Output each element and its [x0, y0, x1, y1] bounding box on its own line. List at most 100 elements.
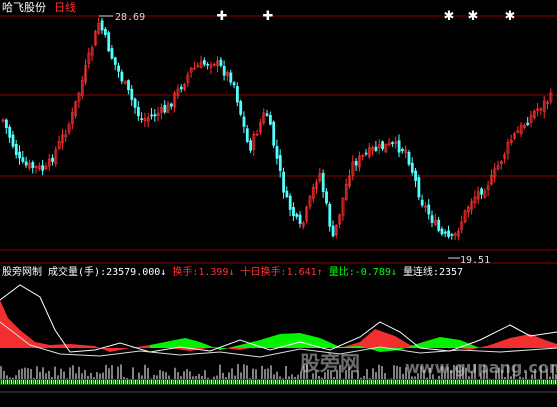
ma-strip-dot [191, 380, 192, 384]
candle-body [265, 113, 269, 116]
ma-strip-dot [433, 380, 434, 384]
ma-strip-dot [269, 380, 270, 384]
ma-strip-dot [343, 380, 344, 384]
ma-strip-dot [171, 380, 172, 384]
ma-strip-dot [117, 380, 118, 384]
ma-strip-dot [13, 380, 14, 384]
ma-strip-dot [215, 380, 216, 384]
ma-strip-dot [395, 380, 396, 384]
ma-strip-dot [449, 380, 450, 384]
volume-value: 23579.000↓ [106, 267, 167, 278]
turnover10-label: 十日换手: [240, 267, 287, 278]
ma-strip-dot [265, 380, 266, 384]
watermark-en: www.gupang.com [405, 358, 557, 377]
ma-strip-dot [465, 380, 466, 384]
candle-body [127, 80, 130, 91]
ma-strip-dot [441, 380, 442, 384]
ma-strip-dot [497, 380, 498, 384]
ma-strip-dot [295, 380, 296, 384]
volume-ratio-label: 量比: [328, 267, 355, 278]
ma-strip-dot [437, 380, 438, 384]
candle-body [242, 116, 246, 127]
candle-body [414, 170, 418, 181]
ma-strip-dot [267, 380, 268, 384]
period-label: 日线 [54, 1, 76, 14]
ma-strip-dot [429, 380, 430, 384]
ma-strip-dot [113, 380, 114, 384]
ma-strip-dot [313, 380, 314, 384]
ma-strip-dot [541, 380, 542, 384]
ma-strip-dot [109, 380, 110, 384]
candle-body [222, 65, 226, 76]
candle-body [443, 231, 447, 234]
ma-strip-dot [11, 380, 12, 384]
ma-strip-dot [217, 380, 218, 384]
ma-strip-dot [209, 380, 210, 384]
candle-body [18, 151, 22, 159]
candle-body [282, 171, 286, 193]
indicator-header: 股旁网制 成交量(手):23579.000↓ 换手:1.399↓ 十日换手:1.… [2, 266, 463, 279]
ma-strip-dot [223, 380, 224, 384]
ma-strip-dot [535, 380, 536, 384]
low-price-label: 19.51 [460, 255, 491, 266]
ma-strip-dot [241, 380, 242, 384]
ma-strip-dot [71, 380, 72, 384]
ma-strip-dot [315, 380, 316, 384]
candle-body [203, 60, 206, 65]
candle-body [354, 160, 358, 166]
candle-body [170, 103, 173, 107]
ma-strip-dot [453, 380, 454, 384]
ma-strip-dot [423, 380, 424, 384]
ma-strip-dot [463, 380, 464, 384]
ma-strip-dot [129, 380, 130, 384]
candle-body [245, 128, 249, 142]
ma-strip-dot [293, 380, 294, 384]
ma-strip-dot [545, 380, 546, 384]
ma-strip-dot [45, 380, 46, 384]
ma-strip-dot [87, 380, 88, 384]
ma-strip-dot [7, 380, 8, 384]
ma-strip-dot [335, 380, 336, 384]
ma-strip-dot [255, 380, 256, 384]
ma-strip-dot [519, 380, 520, 384]
candle-body [298, 214, 302, 224]
ma-strip-dot [495, 380, 496, 384]
ma-strip-dot [75, 380, 76, 384]
candle-body [130, 88, 134, 100]
ma-strip-dot [337, 380, 338, 384]
ma-strip-dot [377, 380, 378, 384]
candlesticks [1, 17, 553, 241]
candle-body [113, 57, 117, 65]
ma-strip-dot [221, 380, 222, 384]
ma-strip-dot [167, 380, 168, 384]
ma-strip-dot [27, 380, 28, 384]
ma-strip-dot [321, 380, 322, 384]
ma-strip-dot [245, 380, 246, 384]
ma-strip-dot [457, 380, 458, 384]
kline-chart[interactable]: ✚ ✚ ✱ ✱ ✱ [0, 0, 557, 407]
ma-strip-dot [51, 380, 52, 384]
ma-strip-dot [403, 380, 404, 384]
ma-strip-dot [39, 380, 40, 384]
ma-strip-dot [499, 380, 500, 384]
ma-strip-dot [9, 380, 10, 384]
ma-strip-dot [365, 380, 366, 384]
ma-strip-dot [413, 380, 414, 384]
ma-strip-dot [187, 380, 188, 384]
ma-strip-dot [357, 380, 358, 384]
candle-body [295, 213, 299, 217]
ma-strip-dot [481, 380, 482, 384]
ma-strip-dot [179, 380, 180, 384]
ma-strip-dot [515, 380, 516, 384]
ma-strip-dot [123, 380, 124, 384]
ma-strip-dot [509, 380, 510, 384]
candle-body [104, 28, 107, 36]
candle-body [206, 63, 210, 66]
candle-body [381, 141, 385, 150]
candle-body [397, 140, 401, 153]
ma-strip-dot [3, 380, 4, 384]
candle-body [400, 148, 404, 152]
ma-strip-dot [253, 380, 254, 384]
ma-strip-dot [533, 380, 534, 384]
candle-body [480, 188, 484, 195]
